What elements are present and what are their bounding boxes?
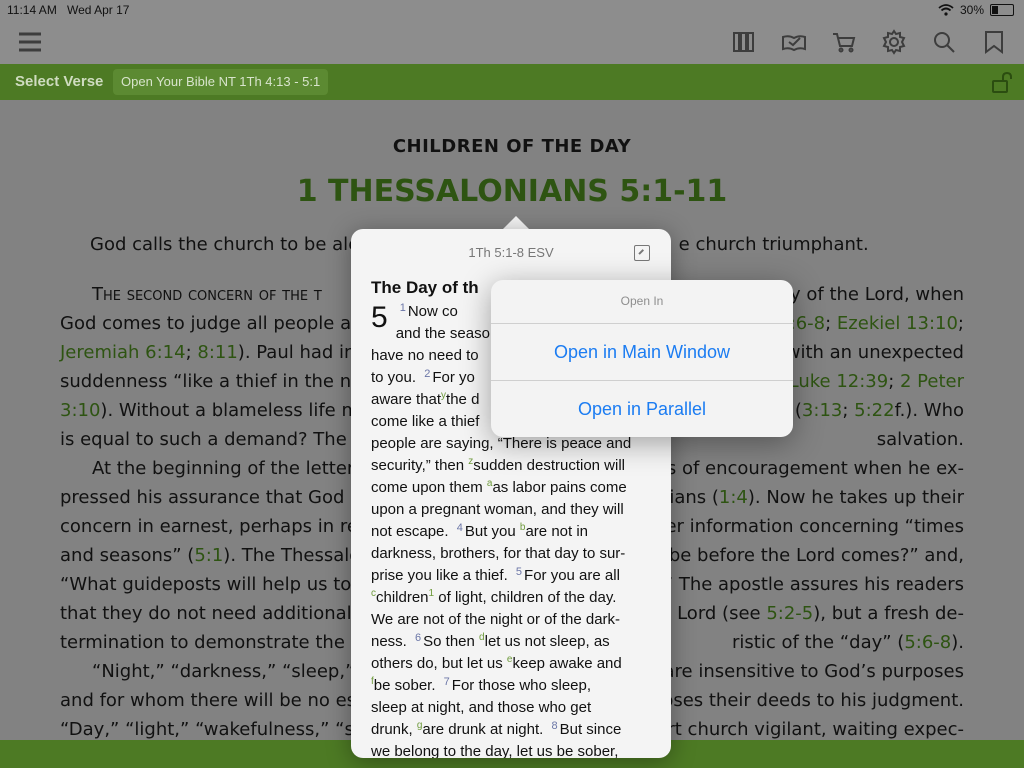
intro-right: e church triumphant. [678,234,869,255]
line-left: “What guideposts will help us to r [60,574,365,595]
line-left: 3:10). Without a blameless life me [60,400,371,421]
line-left: concern in earnest, perhaps in res [60,516,368,537]
line-left: that they do not need additional [60,603,352,624]
line-left: suddenness “like a thief in the ni [60,371,357,392]
line-right: salvation. [876,429,964,450]
footnote-mark[interactable]: c [371,588,376,599]
verse-number: 1 [399,302,406,314]
top-toolbar [0,20,1024,64]
open-external-icon[interactable] [634,245,650,261]
wifi-icon [938,4,954,16]
line-right: with an unexpected [785,342,964,363]
popover-header: 1Th 5:1-8 ESV [351,229,671,275]
line-left: The second concern of the t [92,284,322,305]
open-in-parallel-button[interactable]: Open in Parallel [491,399,793,420]
footnote-mark[interactable]: 1 [429,588,435,599]
line-right: d (3:13; 5:22f.). Who [778,400,964,421]
line-right: be before the Lord comes?” and, [668,545,964,566]
footnote-mark[interactable]: b [520,522,526,533]
verse-number: 6 [415,632,422,644]
menu-icon[interactable] [17,29,43,55]
line-right: ians (1:4). Now he takes up their [669,487,964,508]
line-right: ?” The apostle assures his readers [654,574,964,595]
unlock-icon[interactable] [990,70,1014,94]
line-left: “Day,” “light,” “wakefulness,” “so [60,719,365,740]
footnote-mark[interactable]: g [417,720,423,731]
line-right: ristic of the “day” (5:6-8). [732,632,964,653]
line-left: Jeremiah 6:14; 8:11). Paul had ins [60,342,365,363]
search-icon[interactable] [931,29,957,55]
footnote-mark[interactable]: d [479,632,485,643]
section-kicker: CHILDREN OF THE DAY [392,136,632,157]
line-right: rt church vigilant, waiting expec- [667,719,964,740]
line-right: 3:6-8; Ezekiel 13:10; [778,313,964,334]
open-in-menu: Open In Open in Main Window Open in Para… [491,280,793,437]
line-right: er information concerning “times [665,516,964,537]
footnote-mark[interactable]: e [507,654,513,665]
verse-number: 7 [443,676,450,688]
status-bar: 11:14 AM Wed Apr 17 30% [0,0,1024,20]
footnote-mark[interactable]: f [371,676,374,687]
status-time: 11:14 AM [7,3,57,17]
line-left: “Night,” “darkness,” “sleep,” [92,661,355,682]
footnote-mark[interactable]: z [468,456,473,467]
line-right: ds of encouragement when he ex- [655,458,964,479]
status-date: Wed Apr 17 [67,3,130,17]
popover-arrow [502,216,530,230]
library-icon[interactable] [731,29,757,55]
line-left: is equal to such a demand? The fa [60,429,370,450]
cart-icon[interactable] [831,29,857,55]
passage-title: 1 THESSALONIANS 5:1-11 [296,174,728,209]
selection-bar: Select Verse Open Your Bible NT 1Th 4:13… [0,64,1024,100]
chapter-number: 5 [371,301,388,334]
reading-plan-icon[interactable] [781,29,807,55]
line-right: Luke 12:39; 2 Peter [788,371,964,392]
select-verse-button[interactable]: Select Verse [15,73,103,90]
line-left: At the beginning of the letter P [92,458,371,479]
popover-title: 1Th 5:1-8 ESV [468,245,554,260]
verse-number: 2 [424,368,431,380]
line-right: are insensitive to God’s purposes [663,661,965,682]
battery-percent: 30% [959,3,984,17]
open-in-header: Open In [620,294,664,308]
line-left: God comes to judge all people a [60,313,352,334]
intro-left: God calls the church to be aler [90,234,367,255]
menu-divider [491,380,793,381]
open-in-main-window-button[interactable]: Open in Main Window [491,342,793,363]
line-left: pressed his assurance that God l [60,487,356,508]
footnote-mark[interactable]: y [441,390,446,401]
line-right: oses their deeds to his judgment. [662,690,964,711]
line-left: and seasons” (5:1). The Thessalo [60,545,361,566]
gear-icon[interactable] [881,29,907,55]
menu-divider [491,323,793,324]
line-left: and for whom there will be no es [60,690,357,711]
reference-pill[interactable]: Open Your Bible NT 1Th 4:13 - 5:1 [113,69,329,95]
status-right: 30% [938,3,1014,17]
line-right: y of the Lord, when [790,284,964,305]
bookmark-icon[interactable] [981,29,1007,55]
verse-number: 8 [551,720,558,732]
line-left: termination to demonstrate the w [60,632,366,653]
verse-number: 4 [456,522,463,534]
verse-number: 5 [515,566,523,578]
line-right: e Lord (see 5:2-5), but a fresh de- [660,603,964,624]
battery-icon [990,4,1014,16]
footnote-mark[interactable]: a [487,478,493,489]
